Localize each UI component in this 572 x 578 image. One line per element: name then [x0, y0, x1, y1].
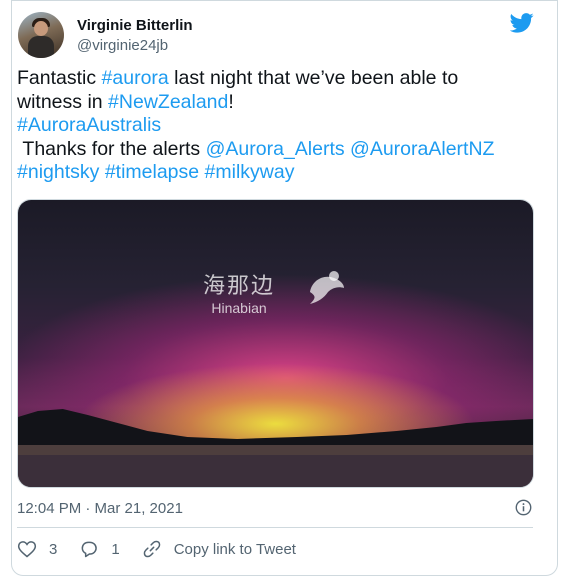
heart-icon	[17, 541, 37, 558]
text-segment: witness in	[17, 90, 109, 113]
tweet-text: Fantastic #aurora last night that we’ve …	[17, 67, 537, 185]
hashtag-timelapse[interactable]: #timelapse	[105, 161, 199, 183]
avatar[interactable]	[18, 12, 64, 58]
tweet-actions: 3 1 Copy link to Tweet	[17, 537, 318, 561]
reply-count: 1	[111, 540, 120, 558]
twitter-bird-icon[interactable]	[510, 13, 534, 33]
like-count: 3	[49, 540, 58, 558]
watermark: 海那边 Hinabian	[203, 268, 275, 316]
author-name[interactable]: Virginie Bitterlin	[77, 17, 193, 34]
watermark-bird-icon	[310, 271, 344, 304]
hashtag-milkyway[interactable]: #milkyway	[205, 161, 295, 183]
text-segment: Thanks for the alerts	[17, 137, 206, 160]
text-segment: !	[228, 90, 234, 113]
watermark-cn: 海那边	[203, 274, 276, 299]
hashtag-newzealand[interactable]: #NewZealand	[108, 91, 228, 113]
tweet-media-image[interactable]: 海那边 Hinabian	[17, 199, 534, 488]
info-icon[interactable]	[515, 499, 532, 516]
text-segment: Fantastic	[17, 67, 102, 89]
mention-aurora-alerts[interactable]: @Aurora_Alerts	[206, 138, 345, 160]
divider	[17, 527, 533, 528]
hashtag-nightsky[interactable]: #nightsky	[17, 161, 99, 183]
hashtag-aurora[interactable]: #aurora	[102, 67, 169, 89]
mountain-silhouette	[18, 409, 533, 487]
reply-button[interactable]: 1	[79, 539, 120, 559]
copy-link-button[interactable]: Copy link to Tweet	[142, 539, 296, 559]
author-handle[interactable]: @virginie24jb	[77, 37, 168, 54]
avatar-head	[34, 21, 48, 36]
text-segment: last night that we’ve been able to	[168, 67, 459, 89]
reply-icon	[81, 541, 98, 558]
copy-link-label: Copy link to Tweet	[173, 540, 296, 558]
avatar-body	[28, 36, 54, 58]
like-button[interactable]: 3	[17, 539, 57, 559]
tweet-timestamp[interactable]: 12:04 PM · Mar 21, 2021	[17, 500, 183, 517]
hashtag-auroraaustralis[interactable]: #AuroraAustralis	[17, 114, 161, 136]
watermark-en: Hinabian	[211, 300, 267, 316]
link-icon	[143, 540, 160, 558]
mention-auroraalertnz[interactable]: @AuroraAlertNZ	[350, 138, 494, 160]
